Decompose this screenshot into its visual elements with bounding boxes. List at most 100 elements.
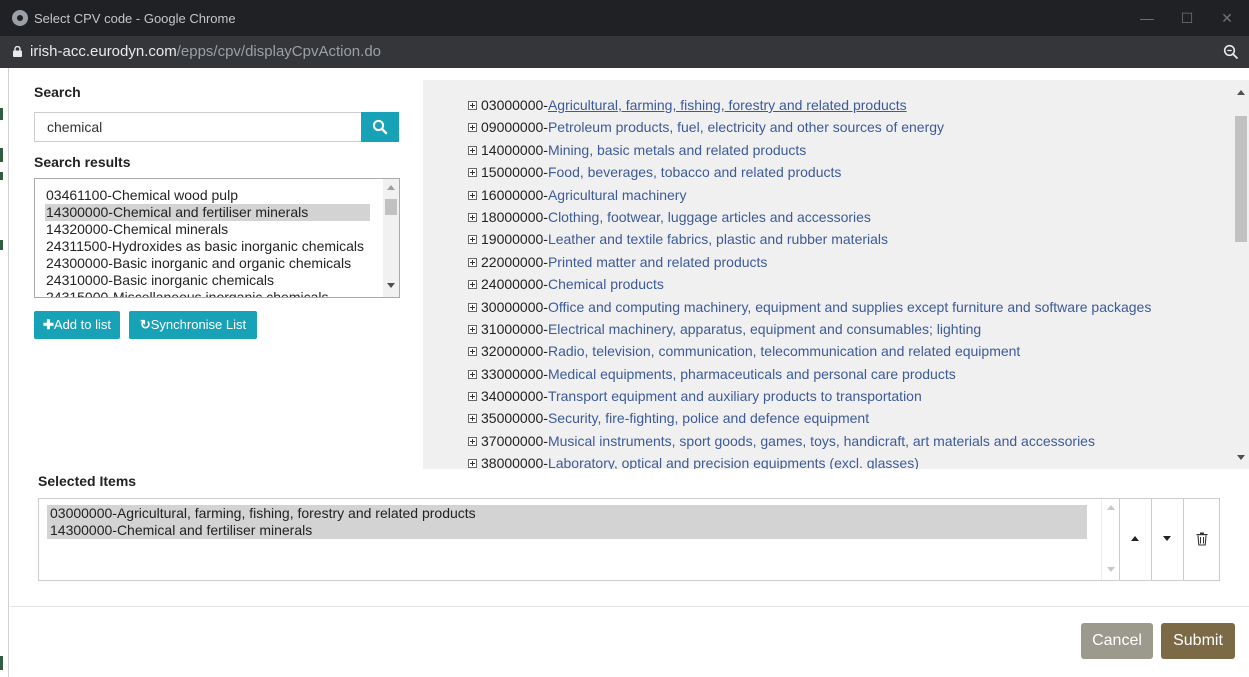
tree-code: 33000000- bbox=[481, 365, 548, 382]
selected-item[interactable]: 03000000-Agricultural, farming, fishing,… bbox=[47, 505, 1087, 522]
tree-name[interactable]: Medical equipments, pharmaceuticals and … bbox=[548, 366, 956, 382]
expand-icon[interactable] bbox=[468, 101, 477, 110]
tree-item[interactable]: 18000000-Clothing, footwear, luggage art… bbox=[468, 206, 1228, 228]
expand-icon[interactable] bbox=[468, 257, 477, 267]
cpv-dialog: Search Search results 03461100-Chemical … bbox=[10, 68, 1249, 677]
selected-scrollbar[interactable] bbox=[1101, 499, 1119, 580]
cancel-button[interactable]: Cancel bbox=[1081, 623, 1153, 659]
expand-icon[interactable] bbox=[468, 459, 477, 469]
tree-scrollbar[interactable] bbox=[1233, 80, 1249, 469]
expand-icon[interactable] bbox=[468, 280, 477, 290]
tree-name[interactable]: Agricultural machinery bbox=[548, 187, 687, 203]
expand-icon[interactable] bbox=[468, 168, 477, 178]
tree-code: 34000000- bbox=[481, 388, 548, 405]
tree-name[interactable]: Office and computing machinery, equipmen… bbox=[548, 299, 1151, 315]
tree-name[interactable]: Security, fire-fighting, police and defe… bbox=[548, 410, 869, 426]
tree-name[interactable]: Leather and textile fabrics, plastic and… bbox=[548, 231, 888, 247]
zoom-icon[interactable] bbox=[1223, 44, 1239, 60]
selected-items-list[interactable]: 03000000-Agricultural, farming, fishing,… bbox=[38, 498, 1220, 581]
tree-name[interactable]: Food, beverages, tobacco and related pro… bbox=[548, 164, 841, 180]
tree-name[interactable]: Clothing, footwear, luggage articles and… bbox=[548, 209, 871, 225]
scrollbar-thumb[interactable] bbox=[1235, 116, 1247, 242]
tree-item[interactable]: 38000000-Laboratory, optical and precisi… bbox=[468, 452, 1228, 469]
tree-code: 38000000- bbox=[481, 455, 548, 469]
tree-item[interactable]: 37000000-Musical instruments, sport good… bbox=[468, 430, 1228, 452]
expand-icon[interactable] bbox=[468, 123, 477, 133]
arrow-down-icon[interactable] bbox=[1237, 455, 1245, 460]
cpv-tree-panel[interactable]: 03000000-Agricultural, farming, fishing,… bbox=[423, 80, 1249, 469]
delete-button[interactable] bbox=[1183, 499, 1219, 580]
tree-item[interactable]: 16000000-Agricultural machinery bbox=[468, 184, 1228, 206]
cpv-tree: 03000000-Agricultural, farming, fishing,… bbox=[468, 94, 1228, 469]
tree-name[interactable]: Transport equipment and auxiliary produc… bbox=[548, 388, 922, 404]
tree-item[interactable]: 34000000-Transport equipment and auxilia… bbox=[468, 385, 1228, 407]
expand-icon[interactable] bbox=[468, 347, 477, 357]
result-item[interactable]: 24311500-Hydroxides as basic inorganic c… bbox=[45, 238, 370, 255]
tree-item[interactable]: 22000000-Printed matter and related prod… bbox=[468, 251, 1228, 273]
search-input[interactable] bbox=[34, 112, 362, 142]
tree-code: 31000000- bbox=[481, 320, 548, 337]
tree-name[interactable]: Laboratory, optical and precision equipm… bbox=[548, 455, 919, 469]
tree-code: 14000000- bbox=[481, 141, 548, 158]
move-down-button[interactable] bbox=[1151, 499, 1183, 580]
tree-name[interactable]: Petroleum products, fuel, electricity an… bbox=[548, 119, 944, 135]
expand-icon[interactable] bbox=[468, 145, 477, 155]
tree-item[interactable]: 32000000-Radio, television, communicatio… bbox=[468, 340, 1228, 362]
close-icon[interactable]: ✕ bbox=[1217, 8, 1237, 28]
move-up-button[interactable] bbox=[1119, 499, 1151, 580]
expand-icon[interactable] bbox=[468, 190, 477, 200]
expand-icon[interactable] bbox=[468, 302, 477, 312]
edge-mark bbox=[0, 108, 3, 120]
expand-icon[interactable] bbox=[468, 324, 477, 334]
tree-item[interactable]: 33000000-Medical equipments, pharmaceuti… bbox=[468, 363, 1228, 385]
tree-item[interactable]: 30000000-Office and computing machinery,… bbox=[468, 296, 1228, 318]
expand-icon[interactable] bbox=[468, 392, 477, 402]
arrow-down-icon[interactable] bbox=[1107, 567, 1115, 572]
tree-name[interactable]: Agricultural, farming, fishing, forestry… bbox=[548, 97, 907, 113]
tree-name[interactable]: Electrical machinery, apparatus, equipme… bbox=[548, 321, 981, 337]
arrow-up-icon[interactable] bbox=[387, 185, 395, 190]
tree-code: 30000000- bbox=[481, 298, 548, 315]
minimize-icon[interactable]: — bbox=[1137, 8, 1157, 28]
tree-name[interactable]: Printed matter and related products bbox=[548, 254, 767, 270]
tree-item[interactable]: 35000000-Security, fire-fighting, police… bbox=[468, 407, 1228, 429]
result-item[interactable]: 14320000-Chemical minerals bbox=[45, 221, 370, 238]
expand-icon[interactable] bbox=[468, 369, 477, 379]
search-button[interactable] bbox=[361, 112, 399, 142]
selected-item[interactable]: 14300000-Chemical and fertiliser mineral… bbox=[47, 522, 1087, 539]
maximize-icon[interactable]: ☐ bbox=[1177, 8, 1197, 28]
result-item-selected[interactable]: 14300000-Chemical and fertiliser mineral… bbox=[45, 204, 370, 221]
add-to-list-button[interactable]: ✚Add to list bbox=[34, 311, 120, 339]
tree-name[interactable]: Musical instruments, sport goods, games,… bbox=[548, 433, 1095, 449]
expand-icon[interactable] bbox=[468, 436, 477, 446]
arrow-up-icon[interactable] bbox=[1107, 505, 1115, 510]
tree-code: 37000000- bbox=[481, 432, 548, 449]
expand-icon[interactable] bbox=[468, 212, 477, 222]
submit-button[interactable]: Submit bbox=[1161, 623, 1235, 659]
results-scrollbar[interactable] bbox=[383, 179, 399, 297]
tree-item[interactable]: 31000000-Electrical machinery, apparatus… bbox=[468, 318, 1228, 340]
result-item[interactable]: 24310000-Basic inorganic chemicals bbox=[45, 272, 370, 289]
tree-item[interactable]: 24000000-Chemical products bbox=[468, 273, 1228, 295]
result-item[interactable]: 24315000-Miscellaneous inorganic chemica… bbox=[45, 289, 370, 297]
synchronise-list-button[interactable]: ↻Synchronise List bbox=[129, 311, 257, 339]
scrollbar-thumb[interactable] bbox=[385, 199, 397, 215]
arrow-up-icon[interactable] bbox=[1237, 90, 1245, 95]
expand-icon[interactable] bbox=[468, 235, 477, 245]
tree-item[interactable]: 19000000-Leather and textile fabrics, pl… bbox=[468, 228, 1228, 250]
result-item[interactable]: 24300000-Basic inorganic and organic che… bbox=[45, 255, 370, 272]
tree-name[interactable]: Radio, television, communication, teleco… bbox=[548, 343, 1020, 359]
tree-item[interactable]: 14000000-Mining, basic metals and relate… bbox=[468, 139, 1228, 161]
tree-item[interactable]: 15000000-Food, beverages, tobacco and re… bbox=[468, 161, 1228, 183]
expand-icon[interactable] bbox=[468, 414, 477, 424]
search-results-list[interactable]: 03461100-Chemical wood pulp 14300000-Che… bbox=[34, 178, 400, 298]
url-text[interactable]: irish-acc.eurodyn.com/epps/cpv/displayCp… bbox=[30, 43, 381, 60]
tree-item[interactable]: 03000000-Agricultural, farming, fishing,… bbox=[468, 94, 1228, 116]
arrow-down-icon[interactable] bbox=[387, 283, 395, 288]
plus-icon: ✚ bbox=[43, 317, 54, 332]
tree-code: 19000000- bbox=[481, 231, 548, 248]
tree-name[interactable]: Chemical products bbox=[548, 276, 664, 292]
tree-item[interactable]: 09000000-Petroleum products, fuel, elect… bbox=[468, 116, 1228, 138]
tree-name[interactable]: Mining, basic metals and related product… bbox=[548, 142, 806, 158]
result-item[interactable]: 03461100-Chemical wood pulp bbox=[45, 187, 370, 204]
